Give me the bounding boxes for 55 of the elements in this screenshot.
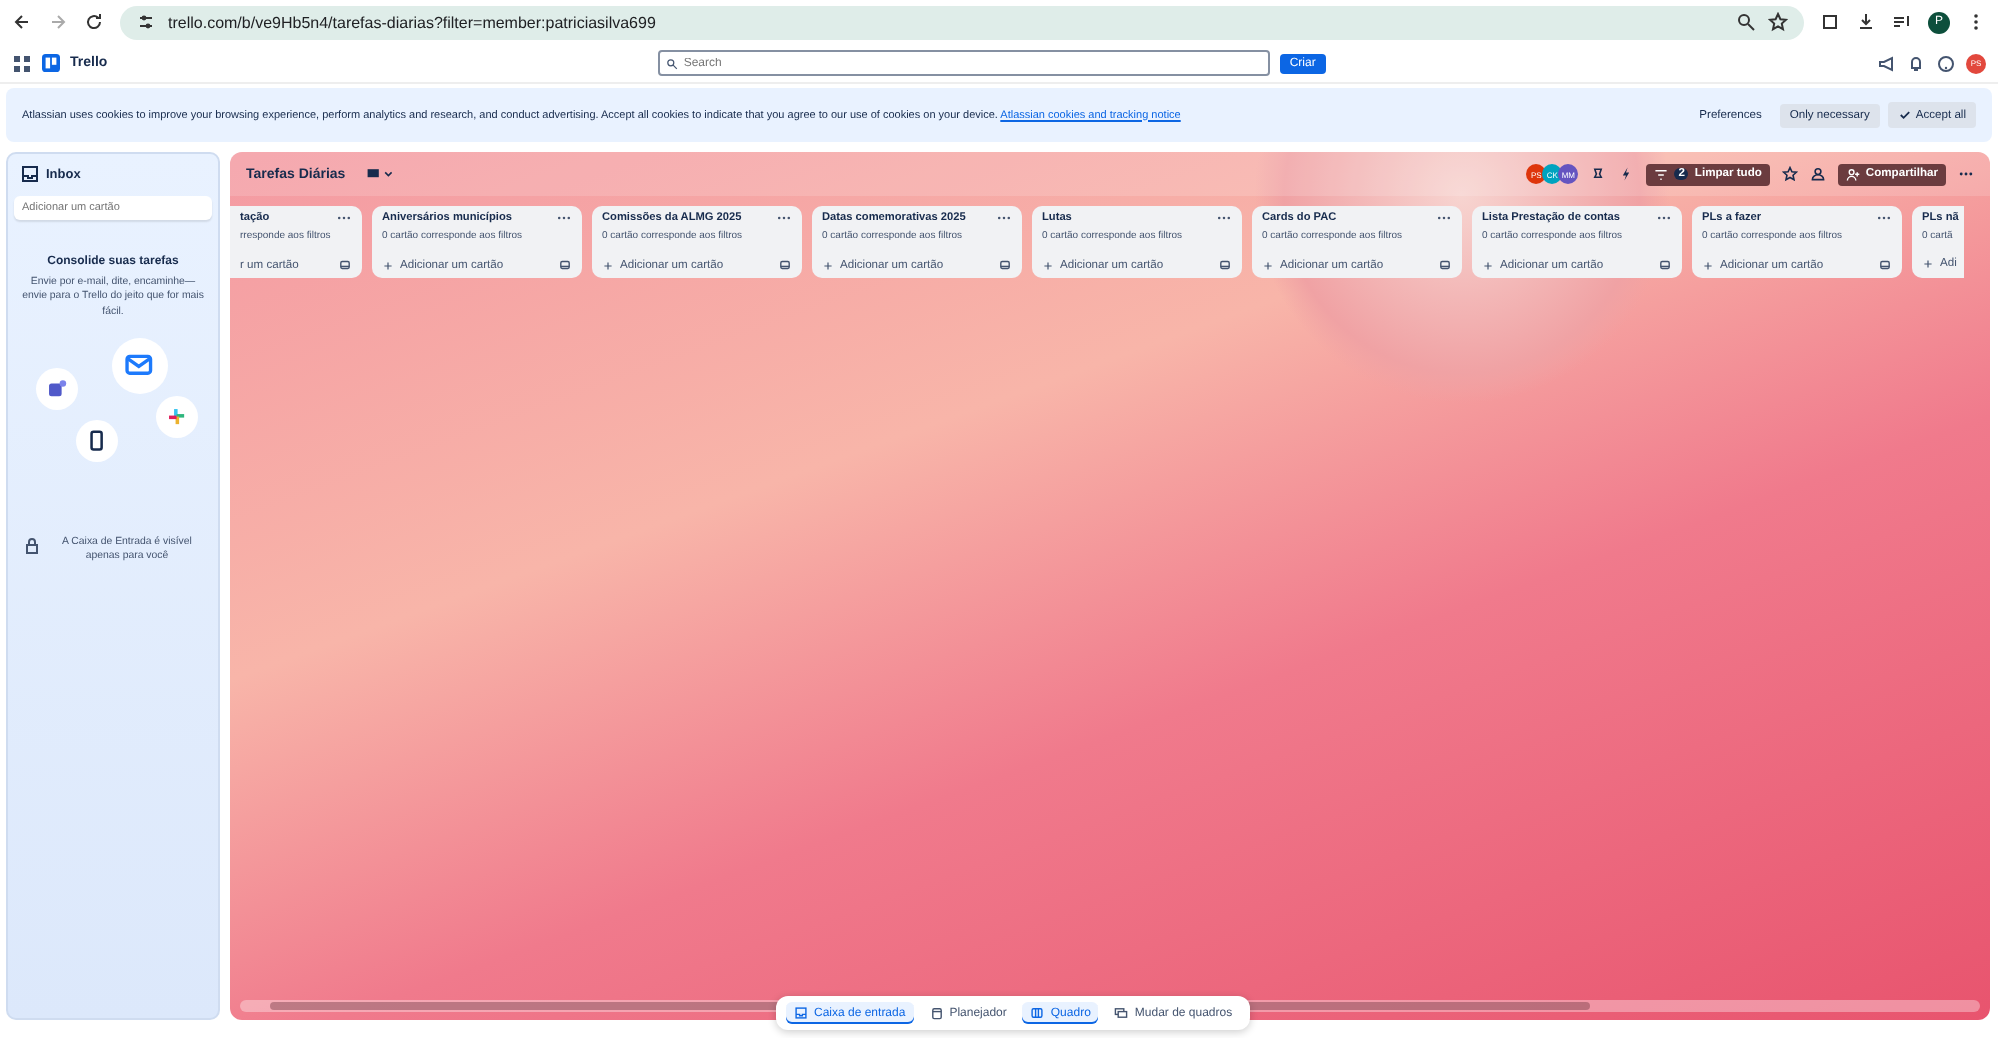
plus-icon: [1922, 258, 1934, 270]
address-bar[interactable]: trello.com/b/ve9Hb5n4/tarefas-diarias?filter=member:patriciasilva699: [120, 5, 1804, 39]
more-icon[interactable]: [336, 214, 352, 222]
app-grid-icon[interactable]: [12, 53, 32, 73]
media-icon[interactable]: [1892, 12, 1912, 32]
check-icon: [1897, 108, 1912, 122]
help-icon[interactable]: [1936, 53, 1956, 73]
download-icon[interactable]: [1856, 12, 1876, 32]
lock-icon: [22, 535, 42, 556]
more-icon[interactable]: [776, 214, 792, 222]
more-icon[interactable]: [1876, 214, 1892, 222]
more-icon[interactable]: [1656, 214, 1672, 222]
plus-icon: [822, 259, 834, 271]
plus-icon: [602, 259, 614, 271]
mail-icon: [111, 337, 167, 394]
plus-icon: [1042, 259, 1054, 271]
teams-icon: [35, 367, 77, 410]
plus-icon: [1702, 259, 1714, 271]
template-icon[interactable]: [1658, 258, 1672, 272]
megaphone-icon[interactable]: [1876, 53, 1896, 73]
template-icon[interactable]: [778, 258, 792, 272]
phone-icon: [75, 419, 117, 462]
site-settings-icon[interactable]: [136, 12, 156, 32]
plus-icon: [382, 259, 394, 271]
zoom-icon[interactable]: [1736, 12, 1756, 32]
more-icon[interactable]: [996, 214, 1012, 222]
trello-logo-icon[interactable]: [42, 54, 60, 72]
add-person-icon: [1845, 167, 1860, 181]
template-icon[interactable]: [1438, 258, 1452, 272]
plus-icon: [1482, 259, 1494, 271]
more-icon[interactable]: [1436, 214, 1452, 222]
board-icon: [1030, 1006, 1045, 1020]
template-icon[interactable]: [1218, 258, 1232, 272]
filter-icon: [1654, 167, 1669, 181]
template-icon[interactable]: [998, 258, 1012, 272]
bell-icon[interactable]: [1906, 53, 1926, 73]
calendar-icon: [929, 1006, 944, 1020]
lightning-icon[interactable]: [1618, 166, 1635, 182]
back-icon[interactable]: [12, 12, 32, 32]
more-icon[interactable]: [1216, 214, 1232, 222]
search-icon: [665, 57, 678, 69]
star-icon[interactable]: [1781, 166, 1798, 182]
more-icon[interactable]: [556, 214, 572, 222]
switch-boards-icon: [1114, 1006, 1129, 1020]
reload-icon[interactable]: [84, 12, 104, 32]
inbox-icon: [20, 164, 40, 184]
slack-icon: [155, 395, 197, 438]
template-icon[interactable]: [338, 258, 352, 272]
people-icon[interactable]: [1809, 166, 1826, 182]
inbox-icon: [794, 1006, 808, 1020]
plus-icon: [1262, 259, 1274, 271]
template-icon[interactable]: [558, 258, 572, 272]
board-view-icon[interactable]: [365, 166, 398, 182]
template-icon[interactable]: [1878, 258, 1892, 272]
star-icon[interactable]: [1768, 12, 1788, 32]
